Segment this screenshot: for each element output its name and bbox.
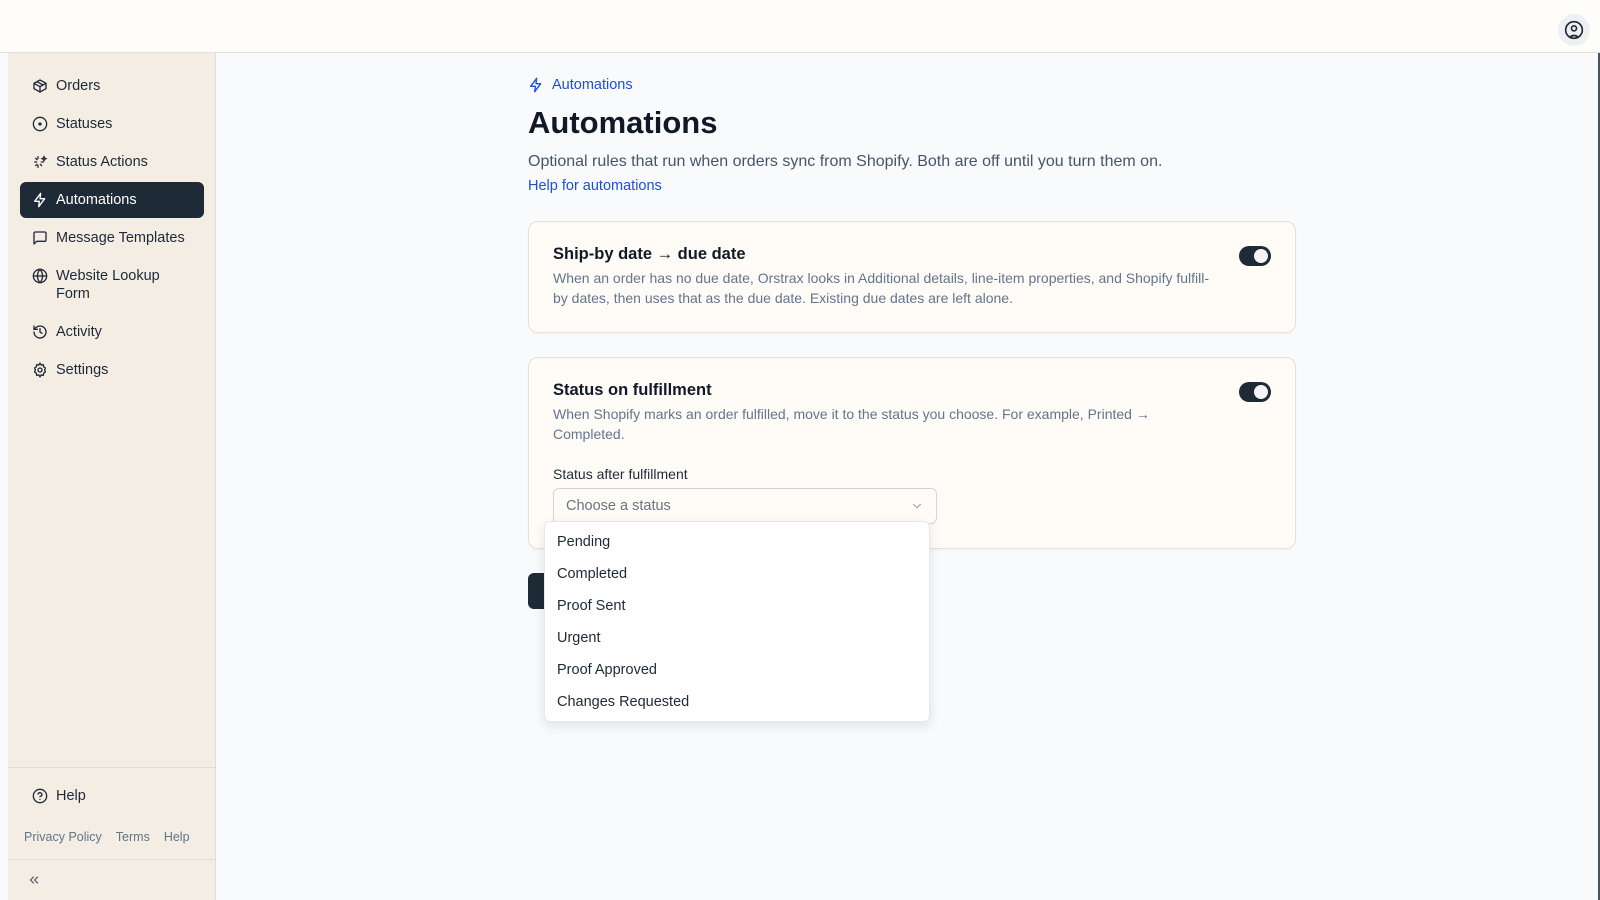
sidebar-nav: Orders Statuses Status Actions Automatio… [20,68,204,390]
sidebar: Orders Statuses Status Actions Automatio… [8,53,216,900]
page-description-text: Optional rules that run when orders sync… [528,153,1163,170]
package-icon [32,77,48,95]
help-link[interactable]: Help [164,830,190,844]
status-dropdown-menu: Pending Completed Proof Sent Urgent Proo… [544,521,930,722]
sidebar-item-settings[interactable]: Settings [20,352,204,388]
circle-dot-icon [32,115,48,133]
sparkle-icon [32,153,48,171]
user-profile-button[interactable] [1558,14,1590,46]
top-bar [0,0,1600,53]
history-icon [32,323,48,341]
ship-by-date-card: Ship-by date → due date When an order ha… [528,221,1296,333]
dropdown-option-urgent[interactable]: Urgent [545,622,929,654]
chevron-down-icon [912,503,922,509]
sidebar-item-status-actions[interactable]: Status Actions [20,144,204,180]
user-circle-icon [1564,20,1584,40]
status-after-fulfillment-label: Status after fulfillment [553,466,688,482]
status-on-fulfillment-toggle[interactable] [1239,382,1271,402]
sidebar-item-website-lookup-form[interactable]: Website Lookup Form [20,258,204,312]
dropdown-option-proof-approved[interactable]: Proof Approved [545,654,929,686]
gear-icon [32,361,48,379]
card-description: When an order has no due date, Orstrax l… [553,270,1210,306]
help-for-automations-link[interactable]: Help for automations [528,178,662,194]
collapse-sidebar-button[interactable] [24,870,44,890]
sidebar-item-help[interactable]: Help [20,778,204,814]
chevrons-left-icon [29,876,39,884]
sidebar-item-automations[interactable]: Automations [20,182,204,218]
sidebar-item-label: Status Actions [56,154,148,170]
dropdown-option-changes-requested[interactable]: Changes Requested [545,686,929,718]
dropdown-option-proof-sent[interactable]: Proof Sent [545,590,929,622]
sidebar-item-label: Statuses [56,116,113,132]
card-title: Status on fulfillment [553,381,712,399]
toggle-knob [1254,385,1268,399]
sidebar-item-label: Help [56,788,86,804]
card-description: When Shopify marks an order fulfilled, m… [553,406,1150,442]
globe-icon [32,267,48,285]
terms-link[interactable]: Terms [116,830,150,844]
sidebar-item-label: Activity [56,324,102,340]
dropdown-option-completed[interactable]: Completed [545,558,929,590]
status-select[interactable]: Choose a status [553,488,937,524]
page-title: Automations [528,105,718,140]
sidebar-footer: Help Privacy Policy Terms Help [8,767,215,884]
sidebar-item-activity[interactable]: Activity [20,314,204,350]
sidebar-item-label: Website Lookup Form [56,268,160,302]
collapse-area [8,859,215,884]
toggle-knob [1254,249,1268,263]
breadcrumb-label: Automations [552,77,633,93]
card-title: Ship-by date → due date [553,245,746,263]
sidebar-item-label: Message Templates [56,230,185,246]
dropdown-option-pending[interactable]: Pending [545,526,929,558]
breadcrumb[interactable]: Automations [528,77,633,93]
sidebar-item-label: Orders [56,78,101,94]
footer-links: Privacy Policy Terms Help [24,830,190,844]
privacy-policy-link[interactable]: Privacy Policy [24,830,102,844]
lightning-icon [530,77,542,93]
lightning-icon [32,191,48,209]
window-edge [0,53,8,900]
ship-by-date-toggle[interactable] [1239,246,1271,266]
help-circle-icon [32,787,48,805]
sidebar-item-statuses[interactable]: Statuses [20,106,204,142]
page-description: Optional rules that run when orders sync… [528,150,1188,198]
select-placeholder: Choose a status [566,498,671,514]
message-square-icon [32,229,48,247]
sidebar-item-message-templates[interactable]: Message Templates [20,220,204,256]
sidebar-item-orders[interactable]: Orders [20,68,204,104]
sidebar-item-label: Automations [56,192,137,208]
sidebar-item-label: Settings [56,362,109,378]
